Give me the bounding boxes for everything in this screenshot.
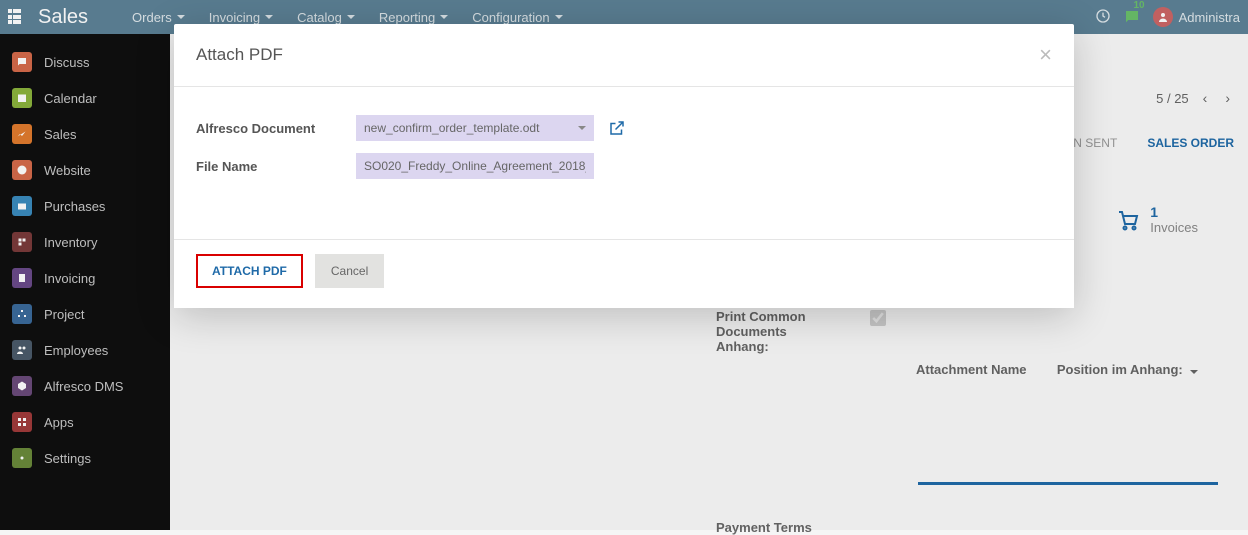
modal-body: Alfresco Document new_confirm_order_temp…	[174, 87, 1074, 239]
cancel-button[interactable]: Cancel	[315, 254, 384, 288]
chevron-down-icon	[578, 126, 586, 130]
label-file-name: File Name	[196, 159, 356, 174]
modal-title: Attach PDF	[196, 45, 283, 65]
attach-pdf-button[interactable]: ATTACH PDF	[196, 254, 303, 288]
modal-overlay: Attach PDF × Alfresco Document new_confi…	[0, 0, 1248, 530]
file-name-input[interactable]	[356, 153, 594, 179]
attach-pdf-modal: Attach PDF × Alfresco Document new_confi…	[174, 24, 1074, 308]
modal-footer: ATTACH PDF Cancel	[174, 239, 1074, 308]
close-icon[interactable]: ×	[1039, 42, 1052, 68]
label-alfresco-document: Alfresco Document	[196, 121, 356, 136]
modal-header: Attach PDF ×	[174, 24, 1074, 87]
external-link-icon[interactable]	[608, 119, 626, 137]
alfresco-document-dropdown[interactable]: new_confirm_order_template.odt	[356, 115, 594, 141]
